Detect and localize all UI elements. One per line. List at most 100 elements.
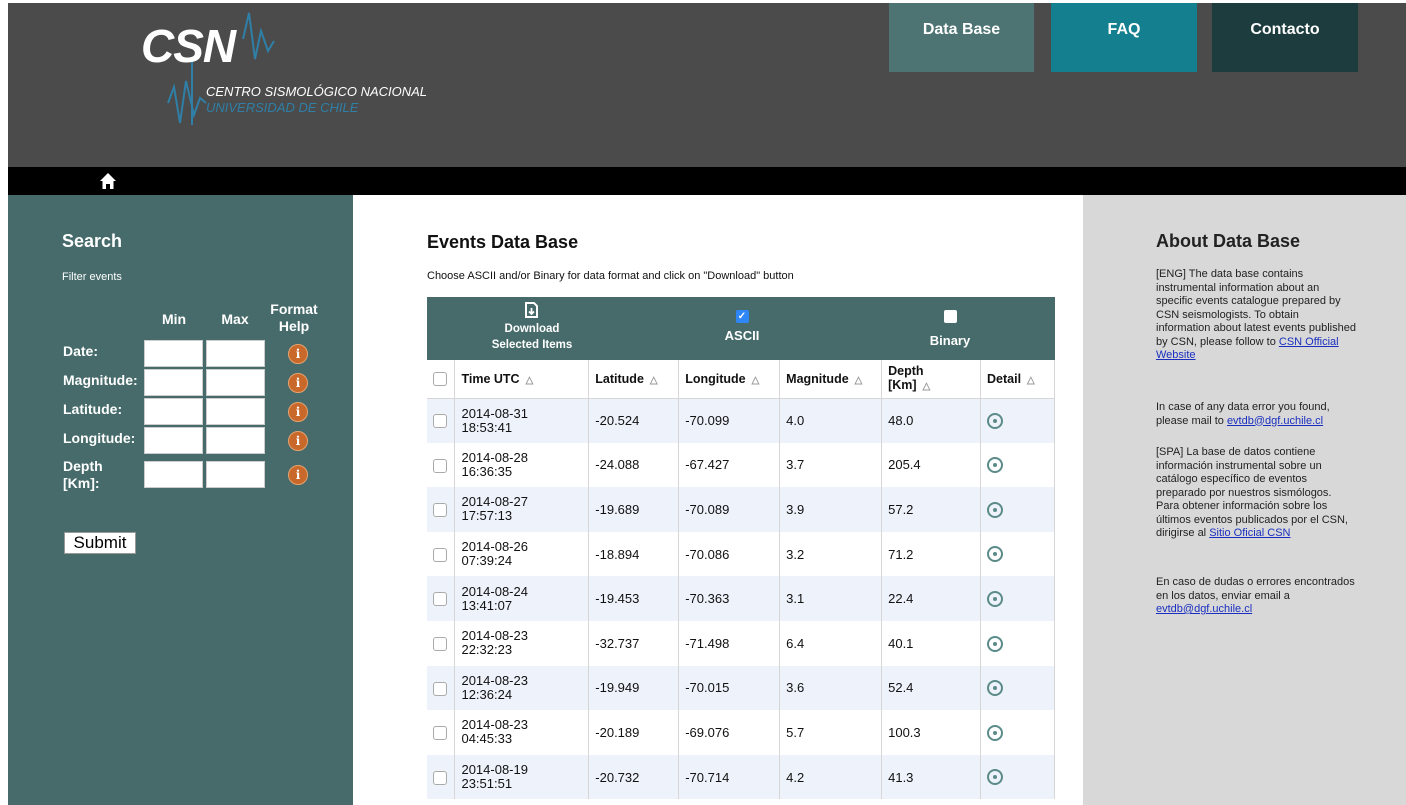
home-bar xyxy=(8,167,1406,195)
depth-format-help-icon[interactable]: i xyxy=(288,465,308,485)
events-table: Time UTC △ Latitude △ Longitude △ Magnitude… xyxy=(427,360,1055,800)
binary-format-option[interactable]: Binary xyxy=(875,297,1025,360)
latitude-format-help-icon[interactable]: i xyxy=(288,402,308,422)
ascii-checkbox[interactable]: ✓ xyxy=(735,310,749,323)
detail-view-icon[interactable] xyxy=(987,724,1003,741)
binary-checkbox[interactable] xyxy=(943,310,957,323)
row-depth: 41.3 xyxy=(881,754,981,800)
about-spa-error-text: En caso de dudas o errores encontrados e… xyxy=(1156,576,1355,602)
longitude-format-help-icon[interactable]: i xyxy=(288,431,308,451)
row-checkbox[interactable] xyxy=(433,770,447,785)
date-min-input[interactable] xyxy=(144,340,203,367)
row-checkbox[interactable] xyxy=(433,681,447,696)
row-longitude: -71.498 xyxy=(678,620,781,666)
longitude-label: Longitude: xyxy=(63,430,136,446)
row-depth: 40.1 xyxy=(881,620,981,666)
nav-faq-button[interactable]: FAQ xyxy=(1051,3,1197,72)
latitude-column-header[interactable]: Latitude △ xyxy=(588,360,680,399)
detail-column-header[interactable]: Detail △ xyxy=(980,360,1055,399)
sort-icon[interactable]: △ xyxy=(855,375,863,386)
row-latitude: -19.453 xyxy=(588,576,680,621)
row-latitude: -20.189 xyxy=(588,710,680,755)
longitude-column-header[interactable]: Longitude △ xyxy=(678,360,781,399)
submit-button[interactable]: Submit xyxy=(64,532,136,554)
search-title: Search xyxy=(62,231,123,251)
latitude-min-input[interactable] xyxy=(144,398,203,425)
row-depth: 48.0 xyxy=(881,398,981,443)
select-all-checkbox[interactable] xyxy=(433,372,447,387)
time-utc-column-header[interactable]: Time UTC △ xyxy=(454,360,590,399)
table-row: 2014-08-24 13:41:07 -19.453 -70.363 3.1 2… xyxy=(427,576,1055,621)
nav-contacto-button[interactable]: Contacto xyxy=(1212,3,1358,72)
row-checkbox[interactable] xyxy=(433,547,447,562)
magnitude-min-input[interactable] xyxy=(144,369,203,396)
row-latitude: -32.737 xyxy=(588,620,680,666)
table-row: 2014-08-23 04:45:33 -20.189 -69.076 5.7 1… xyxy=(427,710,1055,755)
detail-view-icon[interactable] xyxy=(987,546,1003,563)
detail-view-icon[interactable] xyxy=(987,680,1003,697)
about-spa-paragraph: [SPA] La base de datos contiene informac… xyxy=(1156,446,1356,541)
page-instructions: Choose ASCII and/or Binary for data form… xyxy=(427,270,794,282)
sort-icon[interactable]: △ xyxy=(650,375,658,386)
date-max-input[interactable] xyxy=(206,340,265,367)
magnitude-format-help-icon[interactable]: i xyxy=(288,373,308,393)
about-eng-error-paragraph: In case of any data error you found, ple… xyxy=(1156,401,1356,428)
magnitude-max-input[interactable] xyxy=(206,369,265,396)
longitude-header-label: Longitude xyxy=(685,371,746,386)
download-button[interactable]: Download Selected Items xyxy=(427,297,637,360)
page: CSN CENTRO SISMOLÓGICO NACIONAL UNIVERSI… xyxy=(0,0,1406,805)
eng-email-link[interactable]: evtdb@dgf.uchile.cl xyxy=(1227,415,1323,427)
table-row: 2014-08-26 07:39:24 -18.894 -70.086 3.2 7… xyxy=(427,531,1055,577)
date-format-help-icon[interactable]: i xyxy=(288,344,308,364)
longitude-max-input[interactable] xyxy=(206,427,265,454)
row-longitude: -69.076 xyxy=(678,710,781,755)
ascii-format-option[interactable]: ✓ ASCII xyxy=(663,297,821,360)
row-date: 2014-08-24 xyxy=(461,583,528,599)
detail-view-icon[interactable] xyxy=(987,769,1003,786)
row-checkbox[interactable] xyxy=(433,726,447,741)
table-row: 2014-08-23 22:32:23 -32.737 -71.498 6.4 4… xyxy=(427,620,1055,666)
row-date: 2014-08-19 xyxy=(461,762,528,778)
depth-max-input[interactable] xyxy=(206,461,265,488)
nav-data-base-button[interactable]: Data Base xyxy=(889,3,1034,72)
ascii-label: ASCII xyxy=(724,328,760,343)
row-checkbox[interactable] xyxy=(433,637,447,652)
row-date: 2014-08-26 xyxy=(461,539,528,555)
sort-icon[interactable]: △ xyxy=(526,375,534,386)
sort-icon[interactable]: △ xyxy=(923,381,931,392)
row-depth: 100.3 xyxy=(881,710,981,755)
detail-view-icon[interactable] xyxy=(987,635,1003,652)
longitude-min-input[interactable] xyxy=(144,427,203,454)
depth-min-input[interactable] xyxy=(144,461,203,488)
row-longitude: -70.089 xyxy=(678,487,781,532)
csn-logo[interactable]: CSN CENTRO SISMOLÓGICO NACIONAL UNIVERSI… xyxy=(138,3,438,143)
detail-view-icon[interactable] xyxy=(987,412,1003,429)
sort-icon[interactable]: △ xyxy=(752,375,760,386)
latitude-max-input[interactable] xyxy=(206,398,265,425)
sitio-oficial-csn-link[interactable]: Sitio Oficial CSN xyxy=(1209,527,1290,539)
magnitude-column-header[interactable]: Magnitude △ xyxy=(779,360,883,399)
spa-email-link[interactable]: evtdb@dgf.uchile.cl xyxy=(1156,603,1252,615)
detail-view-icon[interactable] xyxy=(987,457,1003,474)
row-checkbox[interactable] xyxy=(433,503,447,518)
row-latitude: -19.949 xyxy=(588,665,680,711)
detail-view-icon[interactable] xyxy=(987,590,1003,607)
row-longitude: -70.714 xyxy=(678,754,781,800)
row-time: 18:53:41 xyxy=(461,419,513,435)
max-column-header: Max xyxy=(221,311,249,327)
row-checkbox[interactable] xyxy=(433,414,447,429)
detail-view-icon[interactable] xyxy=(987,501,1003,518)
row-date: 2014-08-23 xyxy=(461,672,528,688)
select-all-header[interactable] xyxy=(427,360,456,399)
depth-column-header[interactable]: Depth [Km] △ xyxy=(881,360,981,399)
table-row: 2014-08-23 12:36:24 -19.949 -70.015 3.6 5… xyxy=(427,665,1055,711)
page-title: Events Data Base xyxy=(427,232,579,252)
row-checkbox[interactable] xyxy=(433,592,447,607)
row-magnitude: 4.2 xyxy=(779,754,883,800)
row-checkbox[interactable] xyxy=(433,458,447,473)
row-longitude: -70.015 xyxy=(678,665,781,711)
sort-icon[interactable]: △ xyxy=(1027,375,1035,386)
home-icon[interactable] xyxy=(99,172,117,190)
row-date: 2014-08-31 xyxy=(461,405,528,421)
depth-label: Depth [Km]: xyxy=(63,458,103,491)
